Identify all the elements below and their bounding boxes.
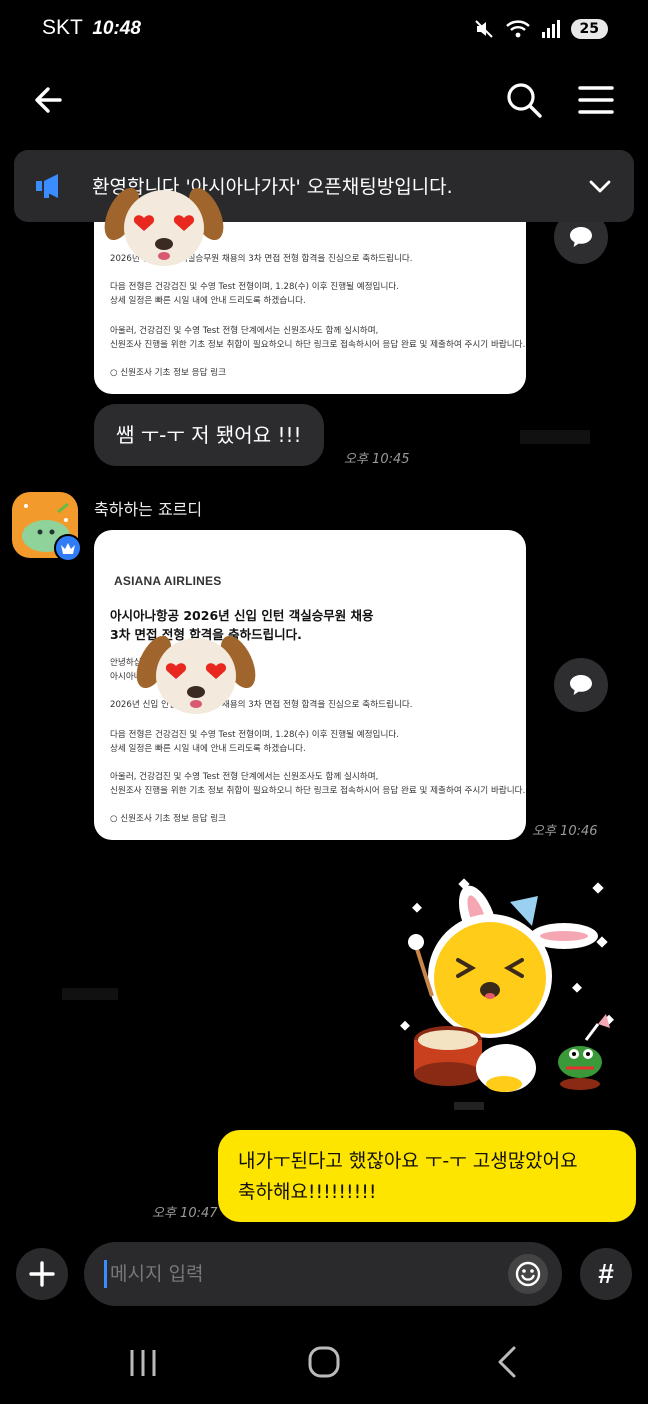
message-time: 오후 10:45 [344,452,410,467]
sender-name: 축하하는 죠르디 [94,500,203,519]
crown-badge [54,534,82,562]
hashtag-button[interactable]: # [580,1248,632,1300]
heart-eyes-dog-emoji [136,635,256,714]
back-nav-icon[interactable] [492,1344,522,1380]
status-right: 25 [473,18,608,40]
letter-line: 신원조사 진행을 위한 기초 정보 취합이 필요하오니 하단 링크로 접속하시어… [110,786,526,796]
letter-line: 상세 일정은 빠른 시일 내에 안내 드리도록 하겠습니다. [110,296,306,306]
rabbit-drum-sticker[interactable] [394,872,630,1112]
menu-icon[interactable] [574,78,618,122]
letter-line: ○ 신원조사 기초 정보 응답 링크 [110,368,227,378]
letter-line: 아울러, 건강검진 및 수영 Test 전형 단계에서는 신원조사도 함께 실시… [110,772,379,782]
crown-icon [61,543,75,554]
message-line: 내가ㅜ된다고 했잖아요 ㅜ-ㅜ 고생많았어요 [238,1150,578,1172]
letter-brand: ASIANA AIRLINES [114,574,222,588]
system-nav-bar [0,1326,648,1404]
add-attachment-button[interactable] [16,1248,68,1300]
megaphone-icon [36,174,58,198]
letter-line: 다음 전형은 건강검진 및 수영 Test 전형이며, 1.28(수) 이후 진… [110,282,400,292]
message-time: 오후 10:46 [532,824,598,839]
message-line: 축하해요!!!!!!!!! [238,1181,377,1203]
plus-icon [29,1261,55,1287]
message-time: 오후 10:47 [152,1206,218,1221]
chat-header [0,72,648,128]
signal-icon [541,20,560,38]
battery-indicator: 25 [570,19,608,39]
mute-icon [474,20,493,38]
letter-line: 신원조사 진행을 위한 기초 정보 취합이 필요하오니 하단 링크로 접속하시어… [110,340,526,350]
text-cursor [104,1260,107,1288]
smiley-icon [515,1261,541,1287]
my-message-bubble[interactable]: 쌤 ㅜ-ㅜ 저 됐어요 !!! [94,404,324,466]
back-arrow-icon[interactable] [28,78,72,122]
chevron-down-icon[interactable] [586,172,614,200]
emoji-button[interactable] [508,1254,548,1294]
blur-artifact [520,430,590,444]
message-input-container[interactable] [84,1242,562,1306]
my-message-bubble[interactable]: 내가ㅜ된다고 했잖아요 ㅜ-ㅜ 고생많았어요 축하해요!!!!!!!!! [218,1130,636,1222]
letter-line: ○ 신원조사 기초 정보 응답 링크 [110,814,227,824]
message-input[interactable] [110,1258,490,1290]
recents-icon[interactable] [126,1346,160,1380]
chat-bubble-icon [570,675,592,695]
carrier-label: SKT [42,16,83,39]
blur-artifact [62,988,118,1000]
letter-line: 아울러, 건강검진 및 수영 Test 전형 단계에서는 신원조사도 함께 실시… [110,326,379,336]
letter-line: 다음 전형은 건강검진 및 수영 Test 전형이며, 1.28(수) 이후 진… [110,730,400,740]
chat-bubble-icon [570,227,592,247]
avatar[interactable] [12,492,82,562]
status-left: SKT 10:48 [42,16,141,40]
status-bar: SKT 10:48 25 [0,0,648,60]
clock: 10:48 [92,18,141,39]
search-icon[interactable] [502,78,546,122]
wifi-icon [505,20,530,38]
home-icon[interactable] [306,1344,342,1380]
letter-line: 상세 일정은 빠른 시일 내에 안내 드리도록 하겠습니다. [110,744,306,754]
share-button[interactable] [554,658,608,712]
heart-eyes-dog-emoji [104,187,224,266]
